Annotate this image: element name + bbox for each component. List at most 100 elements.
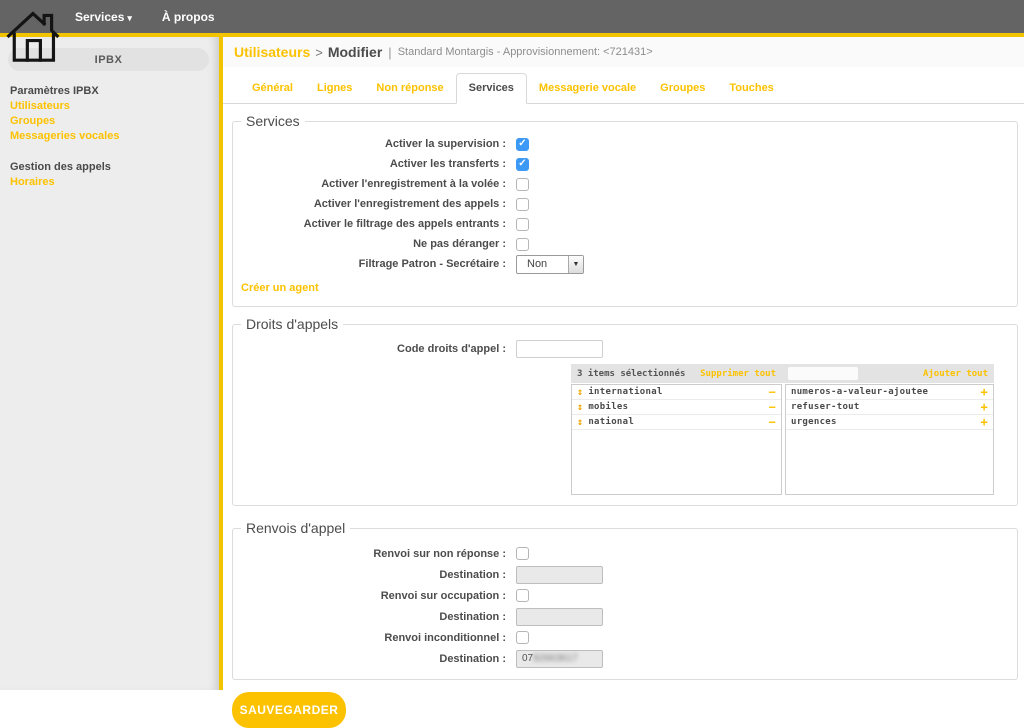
create-agent-link[interactable]: Créer un agent [241, 282, 319, 294]
chevron-down-icon: ▾ [127, 13, 132, 23]
remove-all-button[interactable]: Supprimer tout [700, 369, 776, 379]
item-label: urgences [791, 417, 980, 427]
field-renvoi-non-reponse-label: Renvoi sur non réponse : [241, 548, 506, 560]
field-renvoi-inconditionnel-label: Renvoi inconditionnel : [241, 632, 506, 644]
item-label: national [588, 417, 768, 427]
field-renvoi-occupation-label: Renvoi sur occupation : [241, 590, 506, 602]
field-filtrage-entrants: Activer le filtrage des appels entrants … [241, 214, 1009, 234]
field-code-droits: Code droits d'appel : [241, 339, 1009, 359]
ne-pas-deranger-checkbox[interactable] [516, 238, 529, 251]
field-enregistrement-volee: Activer l'enregistrement à la volée : [241, 174, 1009, 194]
list-item-urgences[interactable]: urgences + [786, 415, 993, 430]
main-content: Utilisateurs > Modifier | Standard Monta… [223, 37, 1024, 690]
droits-search-input[interactable] [788, 367, 858, 380]
sidebar-item-messageries-vocales[interactable]: Messageries vocales [10, 130, 219, 142]
page-title: Modifier [328, 44, 382, 60]
breadcrumb-pipe: | [388, 45, 391, 60]
add-item-icon[interactable]: + [980, 401, 988, 413]
add-item-icon[interactable]: + [980, 386, 988, 398]
field-renvoi-occupation: Renvoi sur occupation : [241, 585, 1009, 606]
sidebar-section-gestion-appels: Gestion des appels [10, 161, 219, 173]
brand-divider-horizontal [0, 33, 1024, 37]
list-item-national[interactable]: ↕ national − [572, 415, 781, 430]
tab-general[interactable]: Général [240, 74, 305, 103]
field-destination-1-label: Destination : [241, 569, 506, 581]
field-enregistrement-appels: Activer l'enregistrement des appels : [241, 194, 1009, 214]
destination-1-input[interactable] [516, 566, 603, 584]
section-droits-appels: Droits d'appels Code droits d'appel : 3 … [232, 324, 1018, 506]
breadcrumb: Utilisateurs > Modifier | Standard Monta… [223, 37, 1024, 67]
enregistrement-volee-checkbox[interactable] [516, 178, 529, 191]
add-item-icon[interactable]: + [980, 416, 988, 428]
field-supervision: Activer la supervision : [241, 134, 1009, 154]
sidebar-section-parametres: Paramètres IPBX [10, 85, 219, 97]
filtrage-patron-select[interactable]: Non ▼ [516, 255, 584, 274]
tab-touches[interactable]: Touches [717, 74, 785, 103]
filtrage-entrants-checkbox[interactable] [516, 218, 529, 231]
drag-handle-icon[interactable]: ↕ [577, 417, 583, 428]
sidebar-item-groupes[interactable]: Groupes [10, 115, 219, 127]
destination-3-visible: 07 [522, 653, 533, 664]
field-renvoi-non-reponse: Renvoi sur non réponse : [241, 543, 1009, 564]
breadcrumb-detail: Standard Montargis - Approvisionnement: … [398, 46, 653, 58]
sidebar-item-utilisateurs[interactable]: Utilisateurs [10, 100, 219, 112]
tab-messagerie-vocale[interactable]: Messagerie vocale [527, 74, 648, 103]
tab-non-reponse[interactable]: Non réponse [364, 74, 455, 103]
field-filtrage-patron: Filtrage Patron - Secrétaire : Non ▼ [241, 254, 1009, 274]
enregistrement-appels-checkbox[interactable] [516, 198, 529, 211]
field-filtrage-entrants-label: Activer le filtrage des appels entrants … [241, 218, 506, 230]
breadcrumb-utilisateurs[interactable]: Utilisateurs [234, 44, 310, 60]
selected-items-pane: ↕ international − ↕ mobiles − ↕ national… [571, 384, 782, 495]
home-logo-icon[interactable] [4, 7, 60, 63]
tab-services[interactable]: Services [456, 73, 527, 104]
field-ne-pas-deranger: Ne pas déranger : [241, 234, 1009, 254]
tab-lignes[interactable]: Lignes [305, 74, 364, 103]
list-item-refuser-tout[interactable]: refuser-tout + [786, 400, 993, 415]
remove-item-icon[interactable]: − [768, 416, 776, 428]
menu-services[interactable]: Services▾ [75, 10, 132, 24]
select-caret-icon: ▼ [568, 256, 583, 273]
list-item-international[interactable]: ↕ international − [572, 385, 781, 400]
menu-about[interactable]: À propos [162, 10, 215, 24]
topbar: Services▾ À propos [0, 0, 1024, 33]
renvoi-inconditionnel-checkbox[interactable] [516, 631, 529, 644]
section-renvois-appel: Renvois d'appel Renvoi sur non réponse :… [232, 528, 1018, 680]
section-services-title: Services [241, 113, 305, 129]
transferts-checkbox[interactable] [516, 158, 529, 171]
selected-count-label: 3 items sélectionnés [577, 369, 685, 379]
field-renvoi-inconditionnel: Renvoi inconditionnel : [241, 627, 1009, 648]
field-supervision-label: Activer la supervision : [241, 138, 506, 150]
item-label: refuser-tout [791, 402, 980, 412]
tab-groupes[interactable]: Groupes [648, 74, 717, 103]
field-enregistrement-volee-label: Activer l'enregistrement à la volée : [241, 178, 506, 190]
section-droits-appels-title: Droits d'appels [241, 316, 343, 332]
code-droits-input[interactable] [516, 340, 603, 358]
sidebar-item-horaires[interactable]: Horaires [10, 176, 219, 188]
renvoi-occupation-checkbox[interactable] [516, 589, 529, 602]
field-destination-2: Destination : [241, 606, 1009, 627]
drag-handle-icon[interactable]: ↕ [577, 402, 583, 413]
save-button[interactable]: SAUVEGARDER [232, 692, 346, 728]
list-item-numeros-valeur-ajoutee[interactable]: numeros-a-valeur-ajoutee + [786, 385, 993, 400]
field-enregistrement-appels-label: Activer l'enregistrement des appels : [241, 198, 506, 210]
item-label: numeros-a-valeur-ajoutee [791, 387, 980, 397]
remove-item-icon[interactable]: − [768, 386, 776, 398]
destination-2-input[interactable] [516, 608, 603, 626]
remove-item-icon[interactable]: − [768, 401, 776, 413]
field-destination-3-label: Destination : [241, 653, 506, 665]
drag-handle-icon[interactable]: ↕ [577, 387, 583, 398]
field-destination-3: Destination : 07 82663617 [241, 648, 1009, 669]
field-ne-pas-deranger-label: Ne pas déranger : [241, 238, 506, 250]
item-label: mobiles [588, 402, 768, 412]
field-destination-2-label: Destination : [241, 611, 506, 623]
available-items-pane: numeros-a-valeur-ajoutee + refuser-tout … [785, 384, 994, 495]
filtrage-patron-select-value: Non [517, 258, 568, 270]
field-destination-1: Destination : [241, 564, 1009, 585]
add-all-button[interactable]: Ajouter tout [923, 369, 988, 379]
renvoi-non-reponse-checkbox[interactable] [516, 547, 529, 560]
destination-3-redacted: 82663617 [533, 653, 578, 664]
destination-3-input[interactable]: 07 82663617 [516, 650, 603, 668]
list-item-mobiles[interactable]: ↕ mobiles − [572, 400, 781, 415]
field-filtrage-patron-label: Filtrage Patron - Secrétaire : [241, 258, 506, 270]
supervision-checkbox[interactable] [516, 138, 529, 151]
